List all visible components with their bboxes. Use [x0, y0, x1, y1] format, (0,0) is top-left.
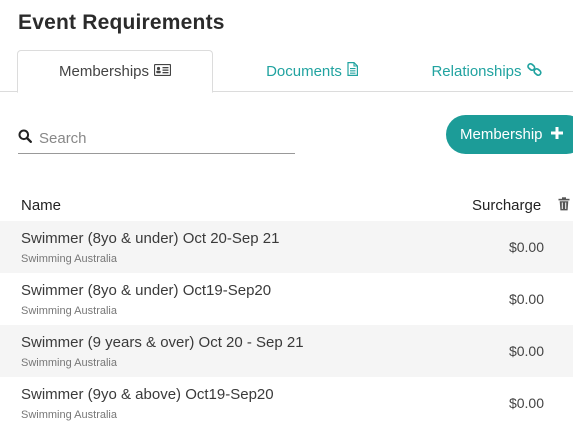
- membership-table: Swimmer (8yo & under) Oct 20-Sep 21 Swim…: [0, 221, 573, 428]
- tab-documents[interactable]: Documents: [214, 50, 410, 92]
- tab-memberships[interactable]: Memberships: [17, 50, 213, 93]
- membership-org: Swimming Australia: [21, 409, 117, 421]
- column-header-name[interactable]: Name: [21, 197, 61, 214]
- add-membership-button[interactable]: Membership: [446, 115, 573, 154]
- table-row[interactable]: Swimmer (9 years & over) Oct 20 - Sep 21…: [0, 325, 573, 377]
- membership-org: Swimming Australia: [21, 357, 117, 369]
- membership-surcharge: $0.00: [508, 291, 544, 307]
- tab-relationships[interactable]: Relationships: [400, 50, 573, 92]
- table-row[interactable]: Swimmer (8yo & under) Oct19-Sep20 Swimmi…: [0, 273, 573, 325]
- trash-icon[interactable]: [558, 197, 570, 216]
- membership-name: Swimmer (8yo & under) Oct19-Sep20: [21, 282, 272, 299]
- membership-name: Swimmer (9 years & over) Oct 20 - Sep 21: [21, 334, 304, 351]
- id-card-icon: [153, 63, 172, 80]
- membership-org: Swimming Australia: [21, 305, 117, 317]
- plus-icon: [550, 126, 563, 143]
- search-input[interactable]: [39, 130, 279, 147]
- tab-bar: Memberships Documents Relationships: [0, 50, 573, 93]
- table-row[interactable]: Swimmer (8yo & under) Oct 20-Sep 21 Swim…: [0, 221, 573, 273]
- column-header-surcharge[interactable]: Surcharge: [472, 197, 541, 214]
- membership-surcharge: $0.00: [508, 395, 544, 411]
- table-row[interactable]: Swimmer (9yo & above) Oct19-Sep20 Swimmi…: [0, 377, 573, 428]
- membership-name: Swimmer (9yo & above) Oct19-Sep20: [21, 386, 274, 403]
- membership-name: Swimmer (8yo & under) Oct 20-Sep 21: [21, 230, 280, 247]
- search-icon: [18, 129, 32, 148]
- membership-org: Swimming Australia: [21, 253, 117, 265]
- document-icon: [347, 62, 358, 80]
- tab-label: Memberships: [58, 63, 150, 80]
- tab-label: Documents: [266, 62, 342, 80]
- membership-surcharge: $0.00: [508, 343, 544, 359]
- tab-label: Relationships: [431, 62, 522, 80]
- page-title: Event Requirements: [18, 11, 225, 34]
- add-membership-label: Membership: [460, 126, 543, 143]
- membership-surcharge: $0.00: [508, 239, 544, 255]
- link-icon: [526, 62, 542, 80]
- search-field[interactable]: [18, 124, 295, 154]
